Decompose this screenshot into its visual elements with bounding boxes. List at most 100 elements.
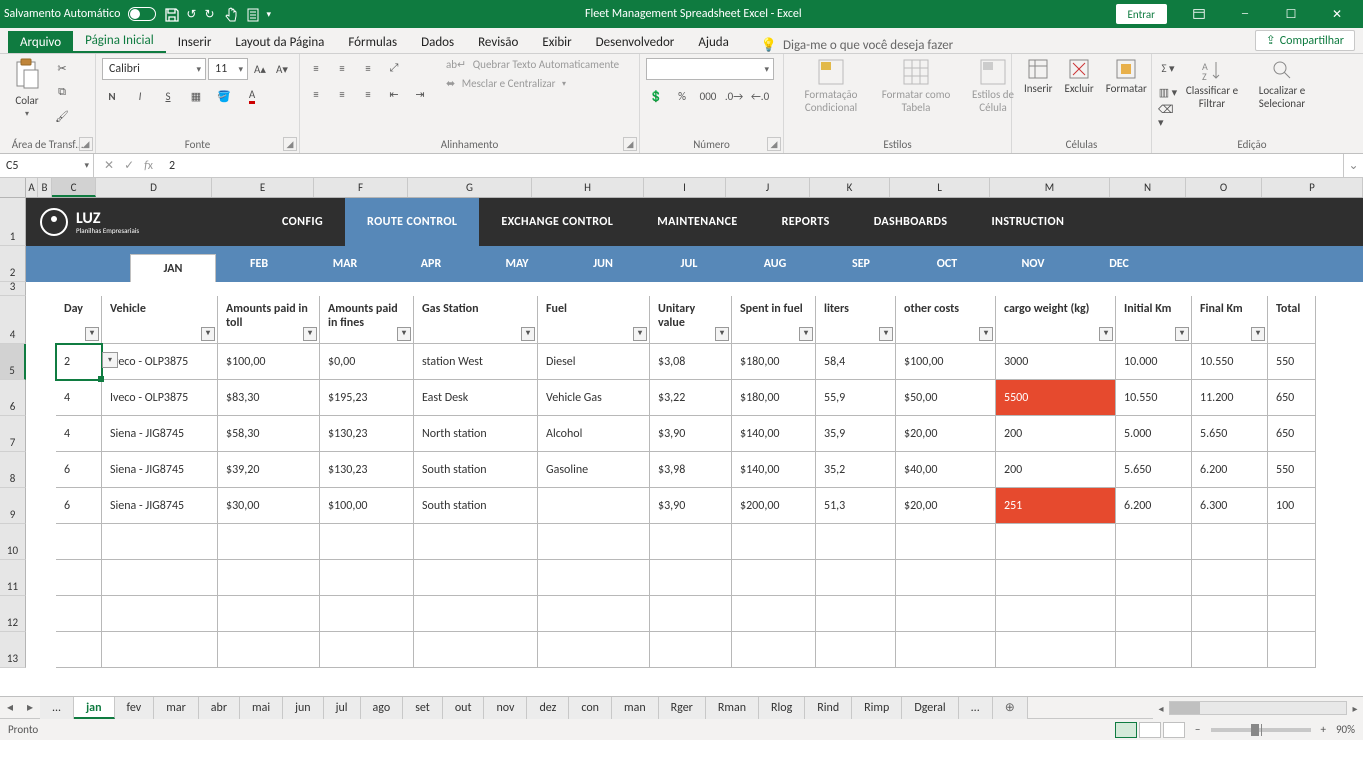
- cell-day[interactable]: 2▾: [56, 344, 102, 380]
- scroll-thumb[interactable]: [1170, 702, 1200, 714]
- row-2[interactable]: 2: [0, 246, 26, 282]
- hdr-ikm[interactable]: Initial Km▾: [1116, 296, 1192, 344]
- sheet-tab-ago[interactable]: ago: [361, 697, 404, 719]
- copy-icon[interactable]: ⧉: [52, 82, 72, 102]
- cell-fkm[interactable]: 11.200: [1192, 380, 1268, 416]
- cell-other[interactable]: [896, 524, 996, 560]
- sheet-tab-set[interactable]: set: [403, 697, 443, 719]
- col-I[interactable]: I: [644, 178, 726, 197]
- filter-icon[interactable]: ▾: [799, 327, 813, 341]
- cell-gas[interactable]: South station: [414, 452, 538, 488]
- cancel-formula-icon[interactable]: ✕: [104, 158, 114, 173]
- redo-icon[interactable]: ↻: [204, 7, 214, 22]
- filter-icon[interactable]: ▾: [85, 327, 99, 341]
- underline-icon[interactable]: S: [158, 86, 178, 106]
- cut-icon[interactable]: ✂: [52, 58, 72, 78]
- align-middle-icon[interactable]: ≡: [332, 58, 352, 78]
- cell-total[interactable]: [1268, 560, 1316, 596]
- cell-spent[interactable]: $180,00: [732, 380, 816, 416]
- format-cells-button[interactable]: Formatar: [1100, 58, 1153, 95]
- hdr-unit[interactable]: Unitary value▾: [650, 296, 732, 344]
- col-J[interactable]: J: [726, 178, 810, 197]
- zoom-in-icon[interactable]: +: [1321, 723, 1326, 736]
- cell-day[interactable]: 6: [56, 488, 102, 524]
- normal-view-icon[interactable]: [1115, 722, 1137, 738]
- cell-ikm[interactable]: 5.000: [1116, 416, 1192, 452]
- formula-bar-expand-icon[interactable]: ⌄: [1343, 154, 1363, 177]
- fx-icon[interactable]: fx: [144, 159, 153, 173]
- cell-unit[interactable]: $3,08: [650, 344, 732, 380]
- sheet-tab-...[interactable]: ...: [40, 697, 74, 719]
- filter-icon[interactable]: ▾: [1251, 327, 1265, 341]
- filter-icon[interactable]: ▾: [303, 327, 317, 341]
- accounting-icon[interactable]: 💲: [646, 86, 666, 106]
- cell-other[interactable]: $20,00: [896, 488, 996, 524]
- cell-cargo[interactable]: 200: [996, 416, 1116, 452]
- col-B[interactable]: B: [38, 178, 52, 197]
- cell-other[interactable]: $100,00: [896, 344, 996, 380]
- cell-fines[interactable]: $130,23: [320, 452, 414, 488]
- cell-liters[interactable]: [816, 560, 896, 596]
- cell-total[interactable]: 100: [1268, 488, 1316, 524]
- cell-gas[interactable]: station West: [414, 344, 538, 380]
- cell-liters[interactable]: 58,4: [816, 344, 896, 380]
- cell-fuel[interactable]: [538, 596, 650, 632]
- comma-icon[interactable]: 000: [698, 86, 718, 106]
- cell-other[interactable]: $50,00: [896, 380, 996, 416]
- close-icon[interactable]: ✕: [1315, 0, 1359, 28]
- cell-day[interactable]: [56, 560, 102, 596]
- format-painter-icon[interactable]: 🖌: [52, 106, 72, 126]
- cell-unit[interactable]: [650, 560, 732, 596]
- cell-fines[interactable]: [320, 560, 414, 596]
- cell-fines[interactable]: $0,00: [320, 344, 414, 380]
- font-color-icon[interactable]: A: [242, 86, 262, 106]
- cell-spent[interactable]: $140,00: [732, 416, 816, 452]
- col-M[interactable]: M: [990, 178, 1110, 197]
- cell-liters[interactable]: 51,3: [816, 488, 896, 524]
- align-bottom-icon[interactable]: ≡: [358, 58, 378, 78]
- nav-config[interactable]: CONFIG: [260, 198, 345, 246]
- zoom-slider[interactable]: [1211, 728, 1311, 732]
- number-format-select[interactable]: [646, 58, 774, 80]
- cell-unit[interactable]: $3,22: [650, 380, 732, 416]
- col-N[interactable]: N: [1110, 178, 1186, 197]
- cell-other[interactable]: [896, 632, 996, 668]
- col-K[interactable]: K: [810, 178, 890, 197]
- filter-icon[interactable]: ▾: [397, 327, 411, 341]
- cell-spent[interactable]: [732, 524, 816, 560]
- cell-gas[interactable]: [414, 560, 538, 596]
- cell-cargo[interactable]: 3000: [996, 344, 1116, 380]
- filter-icon[interactable]: ▾: [633, 327, 647, 341]
- wrap-text-button[interactable]: ab↵ Quebrar Texto Automaticamente: [446, 58, 619, 71]
- filter-icon[interactable]: ▾: [715, 327, 729, 341]
- cell-day[interactable]: 4: [56, 416, 102, 452]
- nav-maintenance[interactable]: MAINTENANCE: [635, 198, 759, 246]
- cell-spent[interactable]: [732, 632, 816, 668]
- cell-fines[interactable]: [320, 632, 414, 668]
- cell-liters[interactable]: 35,2: [816, 452, 896, 488]
- cell-toll[interactable]: $30,00: [218, 488, 320, 524]
- cell-fuel[interactable]: Diesel: [538, 344, 650, 380]
- sheet-tab-dez[interactable]: dez: [527, 697, 569, 719]
- cell-fuel[interactable]: [538, 524, 650, 560]
- paste-button[interactable]: Colar ▾: [6, 58, 48, 119]
- row-7[interactable]: 7: [0, 416, 26, 452]
- month-aug[interactable]: AUG: [732, 246, 818, 282]
- horizontal-scrollbar[interactable]: ◂ ▸: [1153, 697, 1363, 719]
- shrink-font-icon[interactable]: A▾: [272, 59, 292, 79]
- hdr-gas[interactable]: Gas Station▾: [414, 296, 538, 344]
- hdr-total[interactable]: Total: [1268, 296, 1316, 344]
- hdr-toll[interactable]: Amounts paid in toll▾: [218, 296, 320, 344]
- cell-toll[interactable]: $83,30: [218, 380, 320, 416]
- cell-unit[interactable]: $3,98: [650, 452, 732, 488]
- qat-doc-icon[interactable]: [245, 7, 259, 21]
- col-C[interactable]: C: [52, 178, 96, 197]
- signin-button[interactable]: Entrar: [1116, 4, 1167, 24]
- outdent-icon[interactable]: ⇤: [384, 84, 404, 104]
- sheet-tab-jul[interactable]: jul: [324, 697, 361, 719]
- minimize-icon[interactable]: ─: [1223, 0, 1267, 28]
- align-right-icon[interactable]: ≡: [358, 84, 378, 104]
- italic-icon[interactable]: I: [130, 86, 150, 106]
- row-6[interactable]: 6: [0, 380, 26, 416]
- cell-fuel[interactable]: Vehicle Gas: [538, 380, 650, 416]
